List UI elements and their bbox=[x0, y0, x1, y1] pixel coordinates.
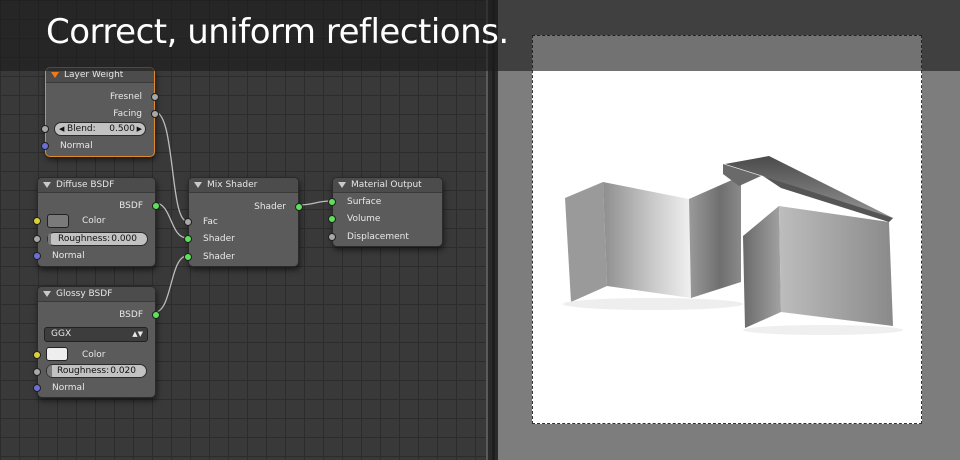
color-input-socket[interactable] bbox=[33, 351, 41, 359]
color-label: Color bbox=[82, 216, 106, 226]
updown-arrows-icon: ▲▼ bbox=[132, 330, 143, 338]
node-title: Layer Weight bbox=[64, 70, 124, 80]
material-output-node[interactable]: Material Output Surface Volume Displacem… bbox=[328, 177, 443, 247]
shader-input-label-2: Shader bbox=[203, 252, 235, 262]
normal-label: Normal bbox=[52, 383, 85, 393]
collapse-triangle-icon[interactable] bbox=[51, 72, 59, 78]
collapse-triangle-icon[interactable] bbox=[43, 182, 51, 188]
shader-input-socket-2[interactable] bbox=[184, 253, 192, 261]
node-title: Material Output bbox=[351, 180, 422, 190]
blend-input-socket[interactable] bbox=[41, 125, 49, 133]
shader-input-label-1: Shader bbox=[203, 234, 235, 244]
color-input-socket[interactable] bbox=[33, 217, 41, 225]
displacement-label: Displacement bbox=[347, 232, 409, 242]
displacement-input-socket[interactable] bbox=[328, 233, 336, 241]
volume-label: Volume bbox=[347, 214, 381, 224]
fresnel-output-label: Fresnel bbox=[110, 92, 142, 102]
bsdf-output-label: BSDF bbox=[119, 310, 143, 320]
volume-input-socket[interactable] bbox=[328, 215, 336, 223]
roughness-value: 0.000 bbox=[111, 234, 137, 244]
shader-input-socket-1[interactable] bbox=[184, 235, 192, 243]
shader-output-socket[interactable] bbox=[295, 203, 303, 211]
fac-input-socket[interactable] bbox=[184, 218, 192, 226]
increment-arrow-icon[interactable]: ▶ bbox=[137, 123, 142, 135]
blend-label: Blend: bbox=[67, 124, 96, 134]
collapse-triangle-icon[interactable] bbox=[338, 182, 346, 188]
facing-output-socket[interactable] bbox=[151, 110, 159, 118]
normal-input-socket[interactable] bbox=[41, 142, 49, 150]
color-label: Color bbox=[82, 350, 106, 360]
roughness-field[interactable]: Roughness: 0.000 bbox=[47, 232, 148, 246]
node-title: Glossy BSDF bbox=[56, 289, 113, 299]
diffuse-bsdf-header[interactable]: Diffuse BSDF bbox=[38, 178, 155, 193]
mix-shader-header[interactable]: Mix Shader bbox=[189, 178, 298, 193]
surface-label: Surface bbox=[347, 197, 382, 207]
layer-weight-node[interactable]: Layer Weight Fresnel Facing ◀ Blend: 0.5… bbox=[41, 67, 159, 157]
glossy-bsdf-node[interactable]: Glossy BSDF BSDF GGX ▲▼ Color Roughness:… bbox=[33, 286, 160, 398]
banner-title: Correct, uniform reflections. bbox=[46, 12, 509, 52]
distribution-value: GGX bbox=[51, 329, 72, 339]
surface-input-socket[interactable] bbox=[328, 198, 336, 206]
bsdf-output-socket[interactable] bbox=[152, 202, 160, 210]
caption-banner: Correct, uniform reflections. bbox=[0, 0, 960, 71]
roughness-label: Roughness: bbox=[58, 234, 111, 244]
roughness-fill bbox=[48, 233, 51, 245]
blend-value: 0.500 bbox=[109, 124, 135, 134]
glossy-bsdf-header[interactable]: Glossy BSDF bbox=[38, 287, 155, 302]
distribution-select[interactable]: GGX ▲▼ bbox=[44, 327, 148, 342]
normal-label: Normal bbox=[60, 141, 93, 151]
color-swatch[interactable] bbox=[46, 347, 68, 361]
roughness-value: 0.020 bbox=[110, 366, 136, 376]
normal-label: Normal bbox=[52, 251, 85, 261]
color-swatch[interactable] bbox=[47, 214, 69, 228]
bsdf-output-label: BSDF bbox=[119, 201, 143, 211]
node-title: Diffuse BSDF bbox=[56, 180, 115, 190]
blend-field[interactable]: ◀ Blend: 0.500 ▶ bbox=[54, 122, 146, 136]
collapse-triangle-icon[interactable] bbox=[194, 182, 202, 188]
roughness-label: Roughness: bbox=[57, 366, 110, 376]
render-canvas bbox=[532, 35, 922, 424]
mix-shader-node[interactable]: Mix Shader Shader Fac Shader Shader bbox=[184, 177, 303, 267]
render-image bbox=[563, 156, 903, 335]
shader-output-label: Shader bbox=[254, 202, 286, 212]
decrement-arrow-icon[interactable]: ◀ bbox=[59, 123, 64, 135]
diffuse-bsdf-node[interactable]: Diffuse BSDF BSDF Color Roughness: 0.000… bbox=[33, 177, 160, 267]
roughness-fill bbox=[47, 365, 52, 377]
fac-label: Fac bbox=[203, 217, 218, 227]
roughness-field[interactable]: Roughness: 0.020 bbox=[46, 364, 147, 378]
normal-input-socket[interactable] bbox=[33, 252, 41, 260]
roughness-input-socket[interactable] bbox=[33, 368, 41, 376]
facing-output-label: Facing bbox=[113, 109, 142, 119]
material-output-header[interactable]: Material Output bbox=[333, 178, 442, 193]
roughness-input-socket[interactable] bbox=[33, 235, 41, 243]
node-title: Mix Shader bbox=[207, 180, 258, 190]
bsdf-output-socket[interactable] bbox=[152, 311, 160, 319]
fresnel-output-socket[interactable] bbox=[151, 93, 159, 101]
normal-input-socket[interactable] bbox=[33, 384, 41, 392]
collapse-triangle-icon[interactable] bbox=[43, 291, 51, 297]
